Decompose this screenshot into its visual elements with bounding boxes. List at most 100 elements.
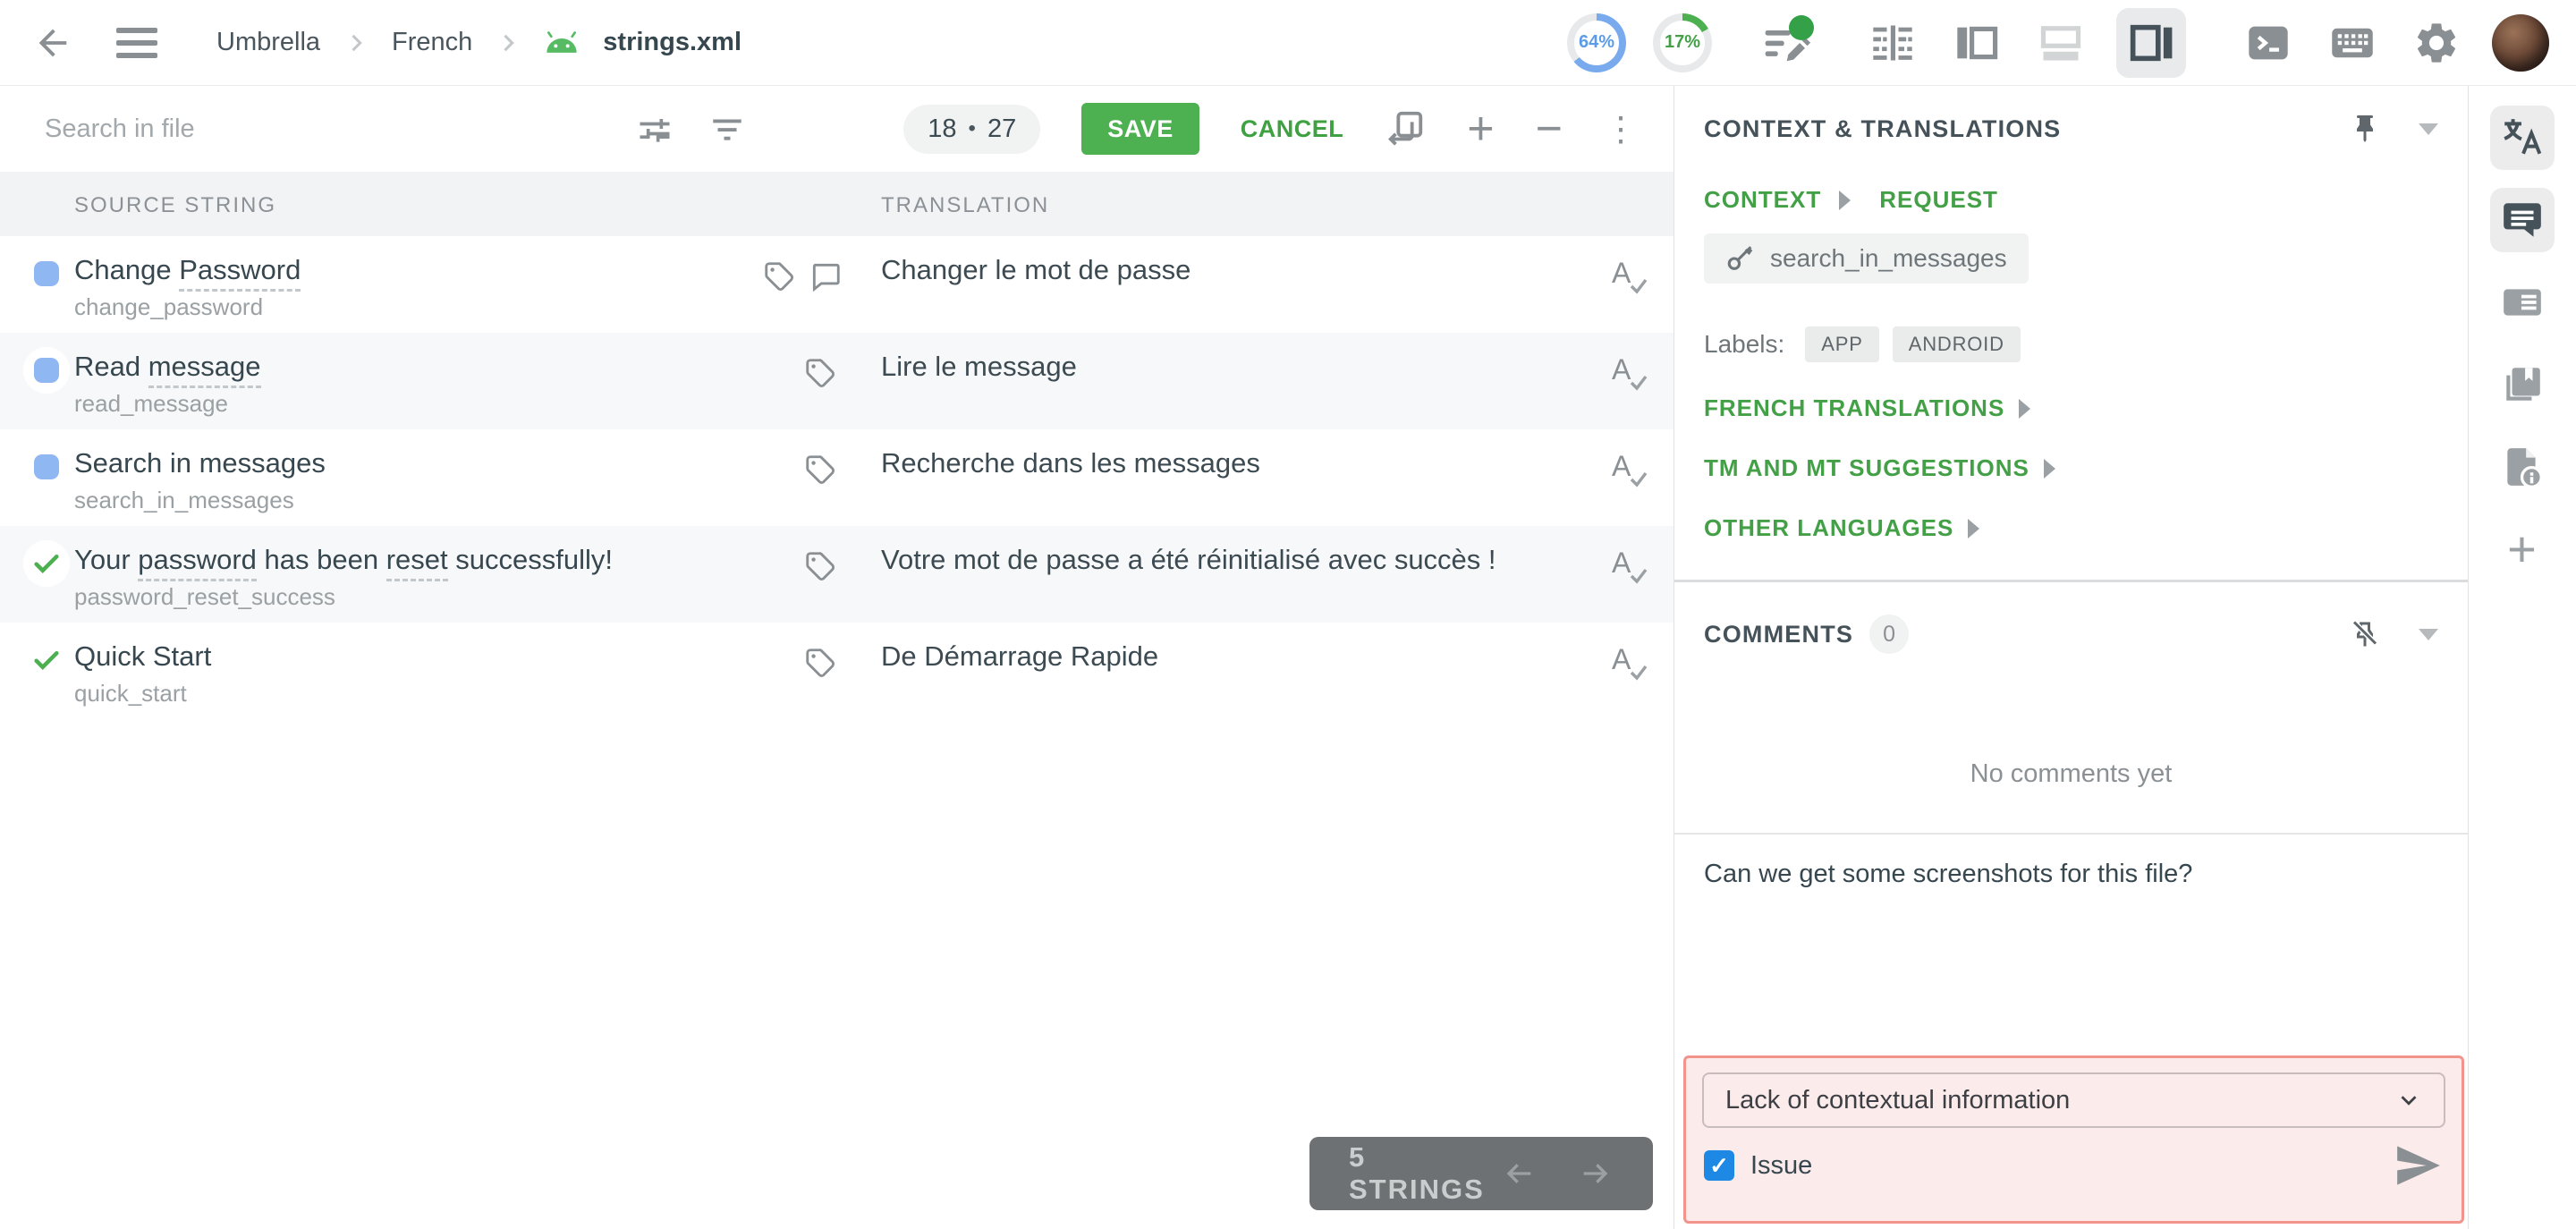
prev-string-arrow-icon[interactable] [1501, 1156, 1537, 1191]
tab-request[interactable]: REQUEST [1879, 186, 1998, 214]
comments-count-badge: 0 [1869, 614, 1910, 654]
keyboard-shortcuts-icon[interactable] [2324, 14, 2381, 72]
right-panel-view-icon[interactable] [2116, 7, 2186, 78]
string-key: quick_start [74, 680, 187, 707]
file-context-tab-icon[interactable] [2490, 435, 2555, 499]
string-key-pill[interactable]: search_in_messages [1704, 233, 2029, 284]
table-row[interactable]: Change Password change_password Changer … [0, 236, 1674, 333]
terminal-icon[interactable] [2240, 14, 2297, 72]
caret-right-icon [2019, 398, 2031, 419]
label-pill: ANDROID [1892, 326, 2021, 362]
menu-icon[interactable] [116, 27, 157, 58]
tab-context[interactable]: CONTEXT [1704, 186, 1821, 214]
svg-text:A: A [1612, 450, 1631, 482]
android-icon [547, 30, 577, 53]
issue-box: Lack of contextual information ✓ Issue [1683, 1055, 2464, 1224]
strings-list-panel: 18•27 SAVE CANCEL + − ⋮ SOURCE STRING TR… [0, 86, 1674, 1229]
user-avatar[interactable] [2492, 13, 2549, 72]
table-row[interactable]: Search in messages search_in_messages Re… [0, 429, 1674, 526]
string-key: search_in_messages [74, 487, 294, 513]
save-button[interactable]: SAVE [1081, 103, 1199, 155]
source-string: Read message [74, 351, 261, 388]
search-input[interactable] [45, 114, 429, 144]
kebab-menu-icon[interactable]: ⋮ [1604, 109, 1638, 149]
table-row[interactable]: Read message read_message Lire le messag… [0, 333, 1674, 429]
collapse-caret-icon[interactable] [2419, 628, 2438, 640]
section-french-translations[interactable]: FRENCH TRANSLATIONS [1674, 394, 2468, 422]
top-bar: Umbrella French strings.xml 64% 17% [0, 0, 2576, 86]
comments-header: COMMENTS 0 [1674, 614, 2468, 654]
copy-source-icon[interactable] [1385, 108, 1426, 149]
string-key: change_password [74, 293, 264, 320]
comfortable-view-icon[interactable] [1864, 14, 1921, 72]
tag-icon [806, 552, 835, 581]
translation-memory-tab-icon[interactable] [2490, 352, 2555, 417]
caret-right-icon [2043, 458, 2055, 479]
comment-draft-text[interactable]: Can we get some screenshots for this fil… [1674, 860, 2468, 889]
add-panel-icon[interactable]: + [2490, 517, 2555, 581]
send-icon[interactable] [2395, 1146, 2442, 1185]
caret-right-icon [1839, 190, 1852, 210]
terms-tab-icon[interactable] [2490, 270, 2555, 335]
translation-text: De Démarrage Rapide [881, 640, 1159, 672]
cancel-button[interactable]: CANCEL [1241, 115, 1344, 143]
issue-checkbox-label: Issue [1750, 1150, 1813, 1180]
translation-text: Votre mot de passe a été réinitialisé av… [881, 544, 1496, 575]
table-header: SOURCE STRING TRANSLATION [0, 172, 1674, 236]
svg-text:A: A [1612, 353, 1631, 386]
source-string: Your password has been reset successfull… [74, 544, 613, 581]
back-icon[interactable] [32, 22, 73, 64]
next-string-arrow-icon[interactable] [1578, 1156, 1614, 1191]
strings-count-pill: 5 STRINGS [1309, 1137, 1653, 1210]
comment-bubble-icon [812, 263, 840, 292]
translation-column-header: TRANSLATION [881, 193, 1050, 217]
section-other-languages[interactable]: OTHER LANGUAGES [1674, 514, 2468, 542]
labels-row: Labels: APP ANDROID [1674, 326, 2468, 362]
breadcrumb-project[interactable]: Umbrella [216, 28, 320, 57]
collapse-caret-icon[interactable] [2419, 123, 2438, 135]
translations-tab-icon[interactable] [2489, 106, 2555, 170]
svg-text:A: A [1612, 547, 1631, 579]
source-string: Change Password [74, 254, 301, 292]
approved-progress-ring[interactable]: 17% [1653, 13, 1712, 72]
translation-text: Recherche dans les messages [881, 447, 1260, 479]
multilingual-view-icon[interactable] [2032, 14, 2089, 72]
unpin-icon[interactable] [2349, 618, 2381, 650]
chevron-right-icon [352, 34, 362, 51]
spellcheck-icon: A [1612, 257, 1648, 294]
table-row[interactable]: Your password has been reset successfull… [0, 526, 1674, 623]
section-tm-mt-suggestions[interactable]: TM AND MT SUGGESTIONS [1674, 454, 2468, 482]
svg-text:A: A [1612, 643, 1631, 675]
untranslated-status-icon [34, 358, 59, 383]
table-row[interactable]: Quick Start quick_start De Démarrage Rap… [0, 623, 1674, 719]
approved-check-icon [34, 554, 59, 573]
advanced-filter-icon[interactable] [635, 109, 674, 148]
issue-checkbox[interactable]: ✓ [1704, 1150, 1734, 1181]
activity-notifications-icon[interactable] [1757, 13, 1816, 72]
translated-progress-ring[interactable]: 64% [1567, 13, 1626, 72]
comment-input-divider [1674, 833, 2468, 835]
breadcrumb-language[interactable]: French [392, 28, 472, 57]
tag-icon [806, 648, 835, 677]
plus-icon[interactable]: + [1467, 106, 1494, 152]
labels-caption: Labels: [1704, 330, 1785, 358]
context-panel-title: CONTEXT & TRANSLATIONS [1704, 114, 2062, 142]
select-chevron-icon [2401, 1096, 2417, 1106]
context-panel-header: CONTEXT & TRANSLATIONS [1674, 113, 2468, 145]
string-key-value: search_in_messages [1770, 244, 2007, 272]
breadcrumb-file[interactable]: strings.xml [603, 28, 741, 57]
spellcheck-icon: A [1612, 353, 1648, 391]
issue-type-select[interactable]: Lack of contextual information [1702, 1072, 2445, 1128]
tag-icon [806, 455, 835, 484]
label-pill: APP [1805, 326, 1879, 362]
minus-icon[interactable]: − [1536, 106, 1563, 152]
spellcheck-icon: A [1612, 643, 1648, 681]
pin-icon[interactable] [2349, 113, 2381, 145]
comments-tab-icon[interactable] [2489, 188, 2555, 252]
settings-gear-icon[interactable] [2408, 14, 2465, 72]
caret-right-icon [1968, 518, 1980, 538]
side-by-side-view-icon[interactable] [1948, 14, 2005, 72]
filter-icon[interactable] [708, 110, 746, 148]
translation-text: Lire le message [881, 351, 1077, 382]
comments-title: COMMENTS [1704, 620, 1854, 648]
